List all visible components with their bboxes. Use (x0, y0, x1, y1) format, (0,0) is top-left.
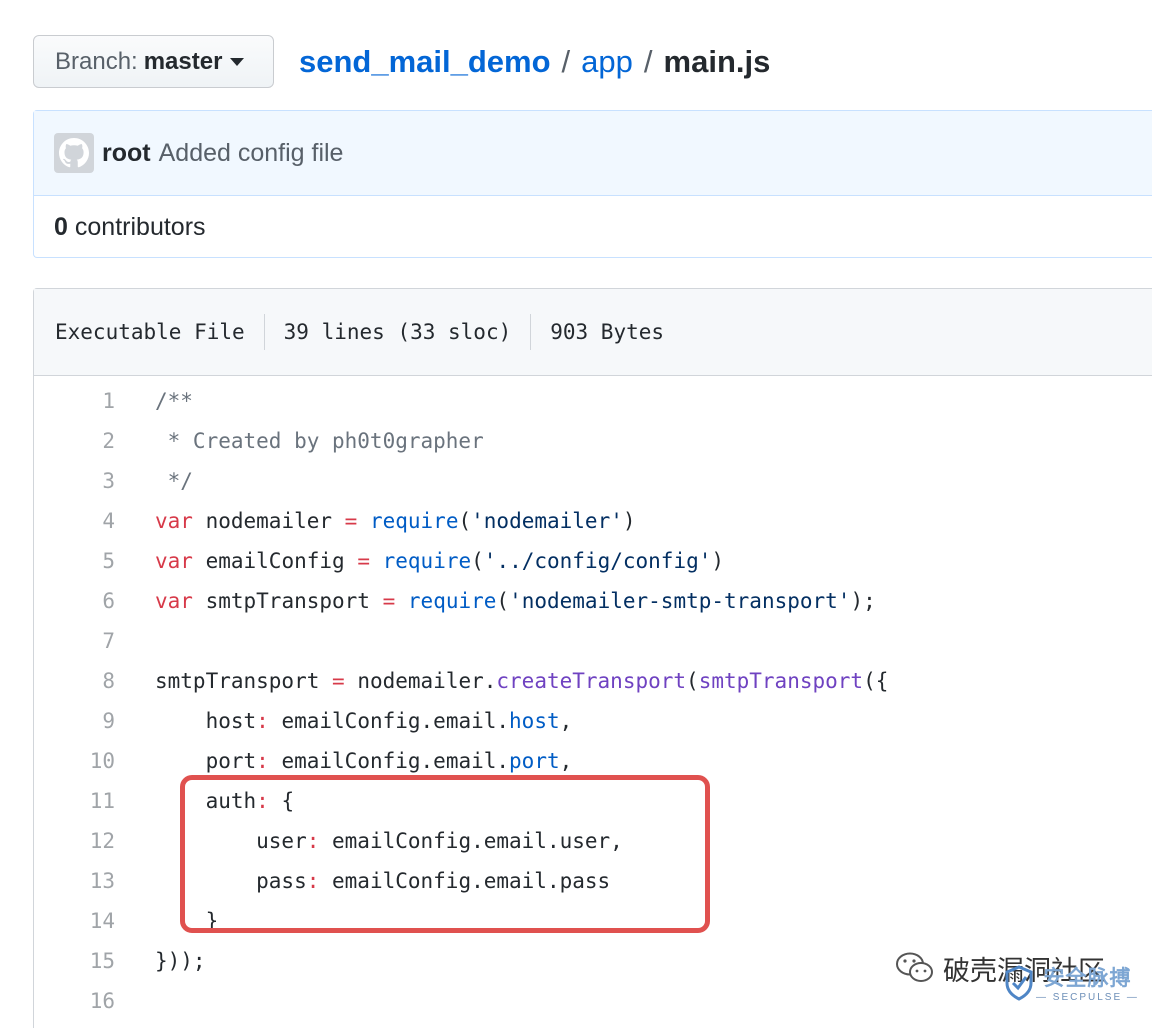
code-punct: ) (622, 509, 636, 533)
code-identifier: emailConfig (192, 549, 358, 573)
line-number[interactable]: 11 (34, 789, 115, 813)
line-number[interactable]: 15 (34, 949, 115, 973)
code-punct: ( (458, 509, 472, 533)
code-identifier: nodemailer (192, 509, 345, 533)
code-punct: ) (711, 549, 725, 573)
code-function: require (382, 549, 472, 573)
line-number[interactable]: 2 (34, 429, 115, 453)
code-key: host (155, 709, 257, 733)
code-identifier: smtpTransport (192, 589, 383, 613)
code-line: 4 var nodemailer = require('nodemailer') (34, 501, 1152, 541)
breadcrumb-folder-link[interactable]: app (581, 44, 633, 80)
code-keyword: var (155, 509, 193, 533)
code-operator: = (344, 509, 358, 533)
contributors-count: 0 (54, 212, 68, 241)
code-punct: ( (496, 589, 510, 613)
code-operator: : (256, 709, 269, 733)
code-operator: = (332, 669, 345, 693)
line-number[interactable]: 7 (34, 629, 115, 653)
line-number[interactable]: 8 (34, 669, 115, 693)
file-info-bar: Executable File 39 lines (33 sloc) 903 B… (34, 289, 1152, 376)
avatar[interactable] (54, 133, 94, 173)
breadcrumb-file-name: main.js (663, 44, 771, 79)
line-number[interactable]: 16 (34, 989, 115, 1013)
logo-text: 安全脉搏 (1043, 967, 1132, 990)
code-function: require (407, 589, 497, 613)
branch-name: master (143, 47, 223, 75)
code-line: 6 var smtpTransport = require('nodemaile… (34, 581, 1152, 621)
line-number[interactable]: 6 (34, 589, 115, 613)
line-number[interactable]: 9 (34, 709, 115, 733)
file-info-divider (263, 314, 265, 350)
code-punct: ( (686, 669, 699, 693)
code-punct: , (559, 709, 573, 733)
shield-icon (1005, 964, 1033, 1001)
code-property: port (509, 749, 560, 773)
code-line: 7 (34, 621, 1152, 661)
code-punct: ({ (863, 669, 889, 693)
code-punct: ); (850, 589, 876, 613)
code-keyword: var (155, 589, 193, 613)
breadcrumb: send_mail_demo / app / main.js (299, 40, 770, 84)
github-octocat-icon (59, 138, 89, 168)
contributors-row: 0 contributors (34, 196, 1152, 258)
line-number[interactable]: 3 (34, 469, 115, 493)
line-number[interactable]: 14 (34, 909, 115, 933)
code-string: 'nodemailer' (471, 509, 623, 533)
code-string: '../config/config' (483, 549, 712, 573)
code-comment: /** (155, 389, 193, 413)
line-number[interactable]: 13 (34, 869, 115, 893)
commit-tease-box: root Added config file 0 contributors (33, 110, 1152, 258)
latest-commit: root Added config file (34, 111, 1152, 196)
code-line: 5 var emailConfig = require('../config/c… (34, 541, 1152, 581)
code-punct: ( (471, 549, 484, 573)
code-operator: = (357, 549, 370, 573)
code-property: host (509, 709, 560, 733)
code-identifier: smtpTransport (155, 669, 333, 693)
breadcrumb-separator: / (643, 44, 653, 79)
code-line: 9 host: emailConfig.email.host, (34, 701, 1152, 741)
commit-message-link[interactable]: Added config file (159, 139, 344, 168)
branch-label: Branch: (55, 47, 138, 75)
wechat-icon (896, 952, 933, 982)
breadcrumb-repo-link[interactable]: send_mail_demo (299, 44, 551, 80)
code-punct: , (559, 749, 573, 773)
code-line: 1 /** (34, 381, 1152, 421)
contributors-label: contributors (74, 212, 206, 241)
logo-subtext: — SECPULSE — (1036, 992, 1139, 1003)
file-info-divider (530, 314, 532, 350)
code-punct: })); (155, 949, 206, 973)
line-number[interactable]: 12 (34, 829, 115, 853)
code-keyword: var (155, 549, 193, 573)
code-identifier: emailConfig.email. (268, 709, 510, 733)
code-operator: : (256, 749, 269, 773)
breadcrumb-separator: / (561, 44, 571, 79)
code-comment: * Created by ph0t0grapher (155, 429, 484, 453)
file-mode: Executable File (55, 320, 245, 344)
highlight-annotation-box (180, 775, 710, 933)
commit-author-link[interactable]: root (102, 139, 151, 168)
file-line-count: 39 lines (33 sloc) (283, 320, 512, 344)
code-line: 3 */ (34, 461, 1152, 501)
line-number[interactable]: 5 (34, 549, 115, 573)
code-line: 2 * Created by ph0t0grapher (34, 421, 1152, 461)
code-string: 'nodemailer-smtp-transport' (509, 589, 851, 613)
chevron-down-icon (230, 57, 245, 66)
branch-select-button[interactable]: Branch: master (33, 35, 274, 88)
line-number[interactable]: 1 (34, 389, 115, 413)
line-number[interactable]: 10 (34, 749, 115, 773)
code-identifier: emailConfig.email. (268, 749, 510, 773)
code-function: createTransport (496, 669, 687, 693)
secpulse-logo: 安全脉搏 — SECPULSE — (1004, 962, 1139, 1003)
file-size: 903 Bytes (550, 320, 665, 344)
line-number[interactable]: 4 (34, 509, 115, 533)
code-key: port (155, 749, 257, 773)
code-comment: */ (155, 469, 193, 493)
code-function: smtpTransport (698, 669, 864, 693)
code-operator: = (382, 589, 396, 613)
code-identifier: nodemailer. (344, 669, 497, 693)
code-function: require (369, 509, 459, 533)
code-line: 8 smtpTransport = nodemailer.createTrans… (34, 661, 1152, 701)
